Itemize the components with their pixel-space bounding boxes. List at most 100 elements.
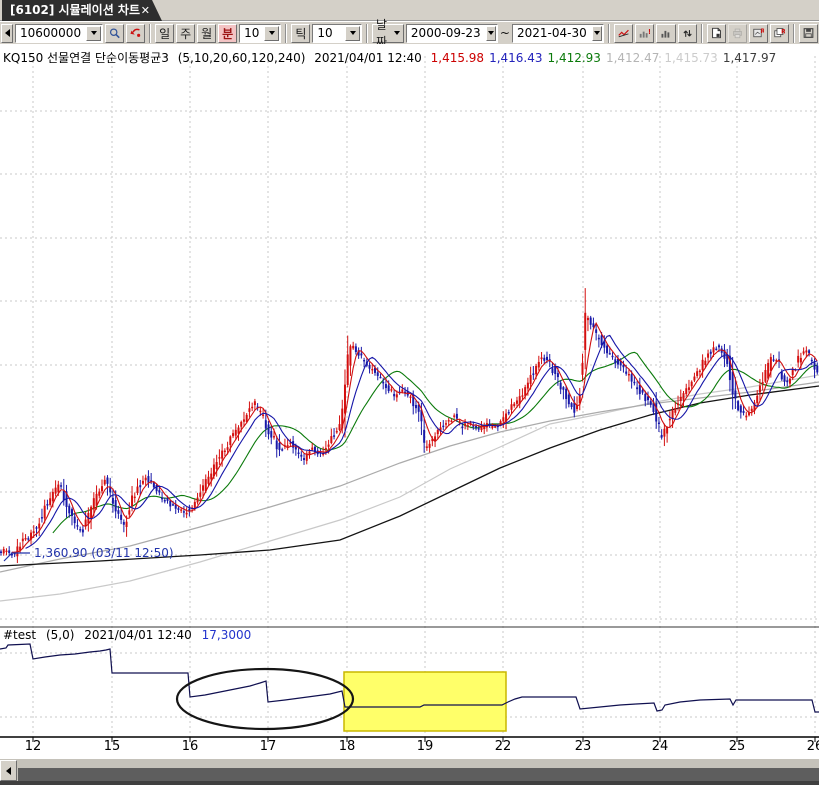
volume-bars-button[interactable]	[656, 24, 675, 43]
indicator-params: (5,0)	[46, 628, 74, 642]
date-mode-button[interactable]: 날짜	[372, 24, 404, 43]
print-icon	[732, 26, 743, 40]
minute-dropdown-button[interactable]	[264, 26, 279, 41]
svg-text:!: !	[648, 27, 650, 35]
ellipse-annotation[interactable]	[177, 669, 353, 729]
ma-values: 1,415.98 1,416.43 1,412.93 1,412.47 1,415.73…	[431, 51, 782, 65]
svg-text:R: R	[760, 28, 764, 35]
period-minute-label: 분	[222, 25, 233, 42]
ma-value: 1,417.97	[723, 51, 776, 65]
period-button-minute[interactable]: 분	[218, 24, 237, 43]
toolbar-separator	[149, 24, 151, 43]
svg-text:R: R	[781, 29, 785, 36]
short-moving-averages	[12, 323, 817, 552]
toolbar-separator	[366, 24, 368, 43]
chevron-down-icon	[269, 31, 275, 35]
highlight-region	[344, 672, 506, 731]
x-axis-label: 19	[417, 739, 434, 754]
x-axis-label: 18	[339, 739, 356, 754]
date-from-combo[interactable]: 2000-09-23	[406, 24, 498, 43]
chart-canvas[interactable]	[0, 44, 819, 758]
print-button[interactable]	[728, 24, 747, 43]
close-icon[interactable]: ✕	[141, 0, 150, 21]
simulation-chart-window: [6102] 시뮬레이션 차트 ✕ 10600000 일 주 월 분	[0, 0, 819, 785]
copy-page-button[interactable]	[707, 24, 726, 43]
x-axis	[0, 737, 819, 742]
red-arrow-icon	[130, 26, 141, 40]
window-r-icon: R	[774, 26, 785, 40]
chart-r-icon: R	[753, 26, 764, 40]
chart-datetime: 2021/04/01 12:40	[314, 51, 422, 65]
copy-page-icon	[711, 26, 722, 40]
chevron-down-icon	[91, 31, 97, 35]
tab-strip: [6102] 시뮬레이션 차트 ✕	[0, 0, 819, 21]
date-to-combo[interactable]: 2021-04-30	[512, 24, 604, 43]
tab-title: [6102] 시뮬레이션 차트	[10, 3, 140, 17]
chart-jump-button[interactable]	[126, 24, 145, 43]
period-day-label: 일	[159, 25, 170, 42]
indicator-value: 17,3000	[202, 628, 252, 642]
ma-value: 1,416.43	[489, 51, 542, 65]
chart-r-button[interactable]: R	[749, 24, 768, 43]
save-button[interactable]	[799, 24, 818, 43]
x-axis-label: 24	[652, 739, 669, 754]
period-button-month[interactable]: 월	[197, 24, 216, 43]
symbol-title: KQ150 선물연결 단순이동평균3	[3, 51, 169, 65]
chevron-down-icon	[488, 31, 494, 35]
x-axis-label: 22	[495, 739, 512, 754]
sort-updown-button[interactable]	[678, 24, 697, 43]
symbol-value: 10600000	[16, 26, 85, 40]
minute-interval-combo[interactable]: 10	[239, 24, 281, 43]
tick-dropdown-button[interactable]	[345, 26, 360, 41]
toolbar-separator	[793, 24, 795, 43]
ma-value: 1,412.47	[606, 51, 659, 65]
symbol-combo[interactable]: 10600000	[15, 24, 103, 43]
symbol-dropdown-button[interactable]	[86, 26, 101, 41]
indicator-datetime: 2021/04/01 12:40	[84, 628, 192, 642]
scrollbar-thumb[interactable]	[18, 768, 819, 781]
period-week-label: 주	[180, 25, 191, 42]
tick-interval-value: 10	[313, 26, 344, 40]
volume-alert-button[interactable]: !	[635, 24, 654, 43]
period-button-week[interactable]: 주	[176, 24, 195, 43]
left-arrow-icon	[6, 767, 11, 775]
x-axis-label: 12	[25, 739, 42, 754]
chart-header: KQ150 선물연결 단순이동평균3 (5,10,20,60,120,240) …	[3, 49, 786, 66]
ma-value: 1,415.73	[664, 51, 717, 65]
ma-value: 1,412.93	[548, 51, 601, 65]
x-axis-label: 16	[182, 739, 199, 754]
toolbar-separator	[608, 24, 610, 43]
x-axis-label: 26	[807, 739, 819, 754]
ma-value: 1,415.98	[431, 51, 484, 65]
volume-alert-icon: !	[639, 27, 650, 40]
scrollbar-left-button[interactable]	[0, 760, 17, 781]
search-icon	[109, 26, 120, 40]
toolbar-scroll-left-button[interactable]	[1, 24, 13, 43]
long-moving-averages	[0, 352, 819, 601]
window-bottom-frame	[0, 781, 819, 785]
date-range-separator: ~	[500, 26, 510, 40]
ma-style-button[interactable]	[614, 24, 633, 43]
date-from-dropdown-button[interactable]	[486, 26, 496, 41]
tick-button[interactable]: 틱	[291, 24, 310, 43]
horizontal-scrollbar[interactable]	[0, 758, 819, 781]
left-arrow-icon	[5, 29, 10, 37]
date-to-dropdown-button[interactable]	[592, 26, 602, 41]
indicator-name: #test	[3, 628, 36, 642]
tick-label: 틱	[295, 25, 306, 42]
sort-updown-icon	[682, 27, 693, 40]
candles	[0, 288, 818, 563]
tab-simulation-chart[interactable]: [6102] 시뮬레이션 차트 ✕	[2, 0, 162, 21]
sub-indicator-header: #test (5,0) 2021/04/01 12:40 17,3000	[3, 628, 257, 642]
toolbar-separator	[285, 24, 287, 43]
search-button[interactable]	[105, 24, 124, 43]
chevron-down-icon	[594, 31, 600, 35]
date-from-value: 2000-09-23	[407, 26, 485, 40]
x-axis-label: 25	[729, 739, 746, 754]
chart-region: KQ150 선물연결 단순이동평균3 (5,10,20,60,120,240) …	[0, 44, 819, 758]
low-price-annotation[interactable]: 1,360.90 (03/11 12:50)	[34, 546, 174, 560]
period-button-day[interactable]: 일	[155, 24, 174, 43]
save-icon	[803, 26, 814, 40]
window-r-button[interactable]: R	[770, 24, 789, 43]
tick-interval-combo[interactable]: 10	[312, 24, 362, 43]
